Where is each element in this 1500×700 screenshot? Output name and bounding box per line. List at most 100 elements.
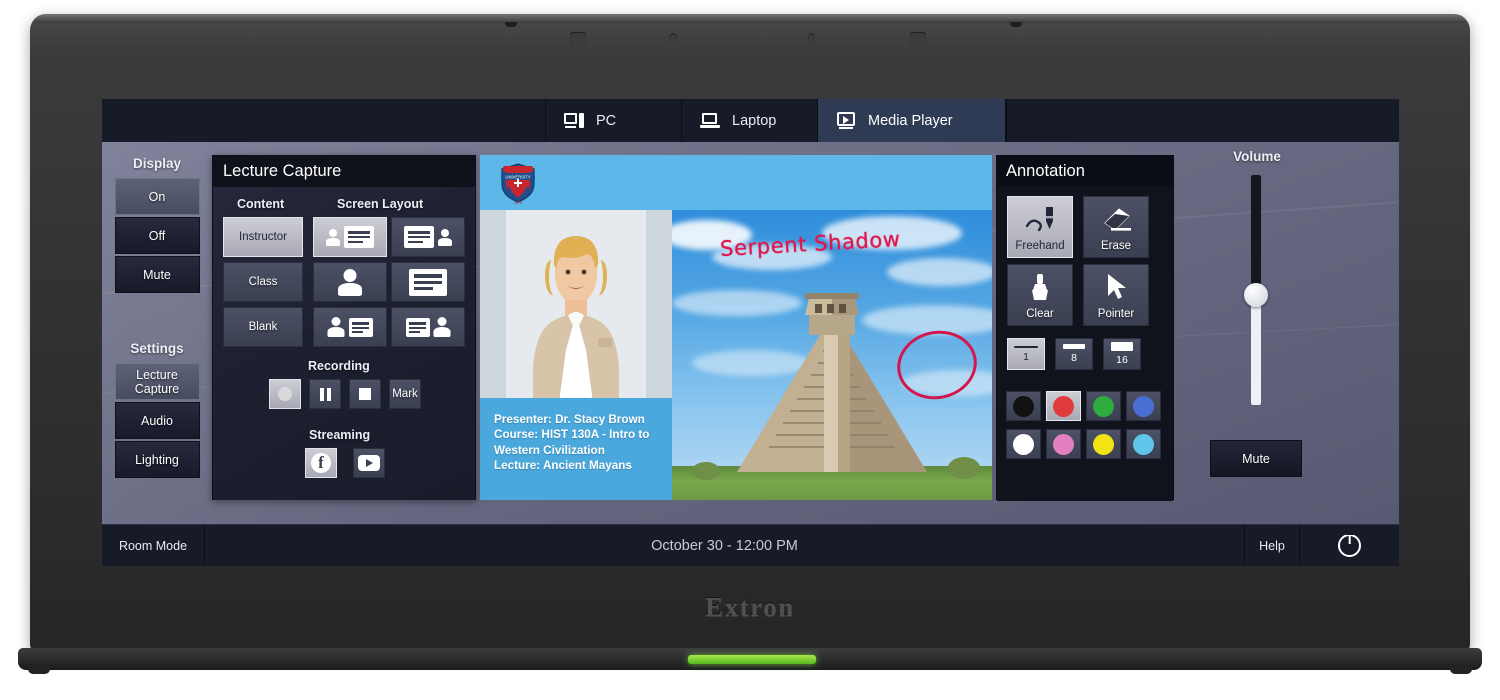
layout-person-left-content-right-button[interactable] [313, 217, 387, 257]
annotation-pointer-button[interactable]: Pointer [1083, 264, 1149, 326]
layout-content-left-person-right-button[interactable] [391, 217, 465, 257]
lecture-label: Lecture: [494, 459, 541, 473]
settings-audio-label: Audio [141, 413, 173, 428]
record-circle-icon [278, 387, 292, 401]
brand-logo: Extron [705, 592, 795, 622]
display-mute-button[interactable]: Mute [114, 256, 200, 293]
pause-button[interactable] [309, 379, 341, 409]
sensor-square-left [570, 32, 586, 46]
screen-layout-label: Screen Layout [337, 197, 424, 211]
mark-button[interactable]: Mark [389, 379, 421, 409]
mark-button-label: Mark [392, 388, 418, 400]
facebook-stream-button[interactable] [305, 448, 337, 478]
annotation-pointer-label: Pointer [1097, 308, 1135, 320]
room-mode-button[interactable]: Room Mode [102, 525, 205, 566]
content-blank-button[interactable]: Blank [223, 307, 303, 347]
pen-freehand-icon [1008, 197, 1072, 240]
power-led-indicator [688, 655, 816, 664]
settings-lighting-button[interactable]: Lighting [114, 441, 200, 478]
layout-glyph-person-left-content-right [314, 218, 386, 256]
left-sidebar: Display On Off Mute Settings Lecture Cap… [102, 142, 212, 524]
layout-content-full-button[interactable] [391, 262, 465, 302]
color-swatch-cyan[interactable] [1126, 429, 1161, 459]
annotation-body: Freehand Erase Clear Pointer 1 8 16 [997, 186, 1173, 501]
recording-label: Recording [308, 359, 370, 373]
stop-square-icon [359, 388, 371, 400]
annotation-clear-button[interactable]: Clear [1007, 264, 1073, 326]
layout-person-left-content-right-equal-button[interactable] [313, 307, 387, 347]
brush-clear-icon [1008, 265, 1072, 308]
annotation-freehand-button[interactable]: Freehand [1007, 196, 1073, 258]
touch-screen: PC Laptop Media Player Display On Off Mu… [102, 99, 1399, 566]
tab-pc[interactable]: PC [546, 99, 682, 142]
color-swatch-pink[interactable] [1046, 429, 1081, 459]
stop-button[interactable] [349, 379, 381, 409]
tab-media-player[interactable]: Media Player [818, 99, 1006, 142]
annotation-width-8-button[interactable]: 8 [1055, 338, 1093, 370]
settings-audio-button[interactable]: Audio [114, 402, 200, 439]
color-swatch-green[interactable] [1086, 391, 1121, 421]
layout-glyph-person-left-content-right-equal [314, 308, 386, 346]
record-button[interactable] [269, 379, 301, 409]
desktop-pc-icon [564, 112, 584, 129]
settings-lecture-capture-button[interactable]: Lecture Capture [114, 363, 200, 400]
display-on-button[interactable]: On [114, 178, 200, 215]
annotation-width-1-button[interactable]: 1 [1007, 338, 1045, 370]
display-heading: Display [132, 156, 182, 171]
volume-slider-thumb[interactable] [1244, 282, 1268, 307]
volume-slider-track[interactable] [1244, 175, 1268, 405]
tab-media-player-label: Media Player [868, 112, 953, 129]
laptop-icon [700, 112, 720, 129]
presenter-value: Dr. Stacy Brown [555, 413, 645, 426]
color-swatch-white[interactable] [1006, 429, 1041, 459]
tab-laptop[interactable]: Laptop [682, 99, 818, 142]
color-dot-black [1013, 395, 1034, 417]
color-swatch-black[interactable] [1006, 391, 1041, 421]
volume-label: Volume [1233, 149, 1281, 164]
device-top-edge [34, 15, 1466, 23]
width-bar-16 [1111, 342, 1133, 351]
presenter-video-pane: Presenter: Dr. Stacy Brown Course: HIST … [480, 210, 672, 500]
sensor-square-right [910, 32, 926, 46]
clock-display: October 30 - 12:00 PM [651, 537, 798, 554]
color-swatch-yellow[interactable] [1086, 429, 1121, 459]
layout-content-left-person-right-equal-button[interactable] [391, 307, 465, 347]
annotation-width-16-button[interactable]: 16 [1103, 338, 1141, 370]
display-off-button[interactable]: Off [114, 217, 200, 254]
color-dot-yellow [1093, 433, 1114, 455]
color-swatch-red[interactable] [1046, 391, 1081, 421]
content-instructor-button[interactable]: Instructor [223, 217, 303, 257]
svg-text:UNIVERSITY: UNIVERSITY [505, 175, 530, 180]
width-bar-1 [1014, 345, 1038, 348]
color-dot-blue [1133, 395, 1154, 417]
layout-glyph-content-left-person-right-equal [392, 308, 464, 346]
facebook-icon [311, 453, 331, 473]
display-off-label: Off [148, 228, 166, 243]
base-foot-left [28, 666, 50, 674]
streaming-label: Streaming [309, 428, 371, 442]
layout-person-full-button[interactable] [313, 262, 387, 302]
annotation-width-8-label: 8 [1071, 352, 1077, 364]
lecture-capture-title: Lecture Capture [213, 156, 475, 187]
volume-mute-button[interactable]: Mute [1210, 440, 1302, 477]
youtube-stream-button[interactable] [353, 448, 385, 478]
content-instructor-label: Instructor [239, 231, 287, 243]
color-swatch-blue[interactable] [1126, 391, 1161, 421]
volume-column: Volume Mute [1182, 142, 1399, 524]
course-line-2: Western Civilization [494, 443, 605, 457]
source-tab-bar: PC Laptop Media Player [102, 99, 1399, 142]
bezel-notch-left [505, 22, 517, 27]
annotation-width-1-label: 1 [1023, 350, 1029, 363]
content-class-button[interactable]: Class [223, 262, 303, 302]
content-class-label: Class [248, 276, 278, 288]
help-label: Help [1259, 538, 1285, 553]
power-button[interactable] [1299, 525, 1399, 566]
annotation-erase-button[interactable]: Erase [1083, 196, 1149, 258]
annotation-clear-label: Clear [1026, 308, 1054, 320]
annotation-title: Annotation [997, 156, 1173, 186]
bottom-status-bar: Room Mode October 30 - 12:00 PM Help [102, 524, 1399, 566]
course-label: Course: [494, 428, 539, 442]
power-icon [1338, 534, 1361, 557]
help-button[interactable]: Help [1244, 525, 1299, 566]
layout-glyph-content-full [392, 263, 464, 301]
